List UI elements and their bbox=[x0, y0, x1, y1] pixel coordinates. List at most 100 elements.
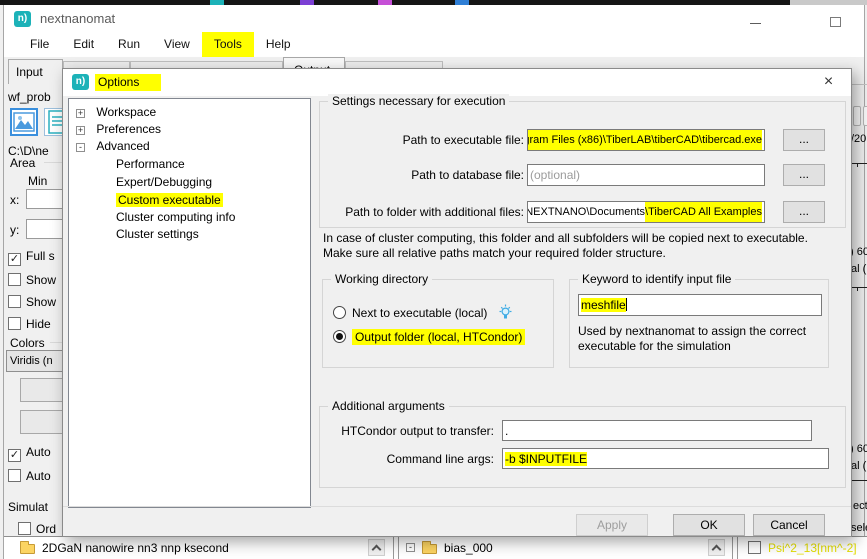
executable-path-input[interactable]: gram Files (x86)\TiberLAB\tiberCAD\tiber… bbox=[527, 129, 765, 151]
file-tab-label[interactable]: wf_prob bbox=[8, 90, 51, 104]
scroll-up-button[interactable] bbox=[708, 539, 725, 556]
checkbox-hide[interactable]: Hide bbox=[8, 317, 51, 331]
left-panel: wf_prob C:\D\ne Area Min x: y: ✓Full s bbox=[4, 84, 62, 536]
settings-group-title: Settings necessary for execution bbox=[328, 94, 509, 108]
overlay-checkbox[interactable] bbox=[748, 541, 761, 554]
window-border-right bbox=[864, 5, 865, 559]
cancel-button[interactable]: Cancel bbox=[753, 514, 825, 536]
text-caret bbox=[626, 298, 627, 311]
options-tree: + Workspace + Preferences - Advanced Per… bbox=[68, 98, 311, 508]
radio-output-folder[interactable]: Output folder (local, HTCondor) bbox=[333, 330, 525, 344]
color-button-1[interactable] bbox=[20, 378, 62, 402]
keyword-description: Used by nextnanomat to assign the correc… bbox=[578, 324, 806, 354]
ok-button[interactable]: OK bbox=[673, 514, 745, 536]
screen: n) nextnanomat File Edit Run View Tools … bbox=[0, 0, 867, 559]
additional-arguments-group: Additional arguments HTCondor output to … bbox=[319, 406, 846, 488]
keyword-input[interactable]: meshfile bbox=[578, 294, 822, 316]
expand-plus-icon[interactable]: + bbox=[76, 126, 85, 135]
command-line-args-label: Command line args: bbox=[320, 448, 494, 470]
text-view-icon[interactable] bbox=[44, 108, 62, 136]
panel-divider bbox=[398, 537, 399, 559]
menu-file[interactable]: File bbox=[18, 32, 61, 57]
app-logo-icon: n) bbox=[14, 11, 31, 27]
checkbox-icon bbox=[8, 469, 21, 482]
axis-tick bbox=[852, 163, 867, 164]
tree-item-workspace[interactable]: + Workspace bbox=[69, 105, 310, 122]
tree-item-advanced[interactable]: - Advanced bbox=[69, 139, 310, 156]
checkbox-auto-2[interactable]: Auto bbox=[8, 469, 51, 483]
axis-tick bbox=[852, 287, 867, 288]
checkbox-icon bbox=[8, 317, 21, 330]
additional-arguments-title: Additional arguments bbox=[328, 399, 449, 413]
collapse-minus-icon[interactable]: - bbox=[76, 143, 85, 152]
command-line-args-input[interactable]: -b $INPUTFILE bbox=[502, 448, 829, 469]
radio-next-to-executable[interactable]: Next to executable (local) bbox=[333, 304, 514, 321]
y-min-input[interactable] bbox=[26, 219, 62, 239]
lightbulb-icon bbox=[497, 304, 514, 321]
keyword-group: Keyword to identify input file meshfile … bbox=[569, 279, 829, 368]
menu-run[interactable]: Run bbox=[106, 32, 152, 57]
tree-item-preferences[interactable]: + Preferences bbox=[69, 122, 310, 139]
clipped-text-fragment: al ( bbox=[851, 460, 866, 472]
additional-files-input[interactable]: NEXTNANO\Documents\TiberCAD All Examples bbox=[527, 201, 765, 223]
palette-dropdown[interactable]: Viridis (n bbox=[6, 350, 62, 372]
apply-button[interactable]: Apply bbox=[576, 514, 648, 536]
checkbox-show-1[interactable]: Show bbox=[8, 273, 56, 287]
bias-folder-item[interactable]: bias_000 bbox=[444, 541, 493, 555]
checkbox-checked-icon: ✓ bbox=[8, 449, 21, 462]
x-min-input[interactable] bbox=[26, 189, 62, 209]
htcondor-output-input[interactable]: . bbox=[502, 420, 812, 441]
image-view-icon[interactable] bbox=[10, 108, 38, 136]
overlay-item-label[interactable]: Psi^2_13[nm^-2] bbox=[768, 541, 857, 555]
panel-divider bbox=[737, 537, 738, 559]
tree-item-performance[interactable]: Performance bbox=[69, 157, 310, 174]
maximize-icon[interactable] bbox=[830, 17, 841, 27]
tree-collapse-icon[interactable]: - bbox=[406, 543, 415, 552]
menu-edit[interactable]: Edit bbox=[61, 32, 106, 57]
browse-executable-button[interactable]: ... bbox=[783, 129, 825, 151]
axis-tick bbox=[852, 480, 867, 481]
dialog-title: Options bbox=[95, 74, 161, 91]
minimize-icon[interactable] bbox=[750, 23, 761, 24]
checkbox-order[interactable]: Ord bbox=[18, 522, 56, 536]
checkbox-checked-icon: ✓ bbox=[8, 253, 21, 266]
clipped-text-fragment: ) 60 bbox=[850, 246, 867, 258]
footer-divider bbox=[63, 506, 851, 507]
expand-plus-icon[interactable]: + bbox=[76, 109, 85, 118]
tree-item-cluster-settings[interactable]: Cluster settings bbox=[69, 227, 310, 244]
executable-path-label: Path to executable file: bbox=[320, 129, 524, 151]
checkbox-show-2[interactable]: Show bbox=[8, 295, 56, 309]
tree-item-cluster-computing-info[interactable]: Cluster computing info bbox=[69, 210, 310, 227]
color-button-2[interactable] bbox=[20, 410, 62, 434]
dialog-logo-icon: n) bbox=[72, 74, 89, 90]
tab-input[interactable]: Input bbox=[8, 59, 63, 85]
simulation-folder-item[interactable]: 2DGaN nanowire nn3 nnp ksecond bbox=[42, 541, 229, 555]
x-label: x: bbox=[10, 193, 19, 207]
radio-selected-icon bbox=[333, 330, 346, 343]
dialog-titlebar[interactable]: n) Options × bbox=[63, 69, 851, 96]
menu-help[interactable]: Help bbox=[254, 32, 303, 57]
chevron-up-icon bbox=[372, 545, 382, 555]
database-path-input[interactable]: (optional) bbox=[527, 164, 765, 186]
menu-view[interactable]: View bbox=[152, 32, 202, 57]
options-dialog: n) Options × + Workspace + Preferences -… bbox=[62, 68, 852, 537]
clipped-text-fragment: ect bbox=[853, 500, 867, 512]
checkbox-icon bbox=[8, 273, 21, 286]
cluster-note: In case of cluster computing, this folde… bbox=[323, 231, 808, 261]
checkbox-auto-1[interactable]: ✓Auto bbox=[8, 445, 51, 462]
checkbox-icon bbox=[18, 522, 31, 535]
clipped-text-fragment: sele bbox=[851, 522, 867, 534]
tree-item-expert-debugging[interactable]: Expert/Debugging bbox=[69, 175, 310, 192]
folder-icon bbox=[20, 544, 35, 554]
panel-divider bbox=[732, 537, 733, 559]
browse-database-button[interactable]: ... bbox=[783, 164, 825, 186]
colors-group-title: Colors bbox=[10, 336, 45, 350]
additional-files-label: Path to folder with additional files: bbox=[320, 201, 524, 223]
panel-divider bbox=[393, 537, 394, 559]
close-icon[interactable]: × bbox=[806, 69, 851, 96]
menu-tools[interactable]: Tools bbox=[202, 32, 254, 57]
scroll-up-button[interactable] bbox=[368, 539, 385, 556]
tree-item-custom-executable[interactable]: Custom executable bbox=[69, 193, 310, 210]
checkbox-full-size[interactable]: ✓Full s bbox=[8, 249, 55, 266]
browse-additional-files-button[interactable]: ... bbox=[783, 201, 825, 223]
